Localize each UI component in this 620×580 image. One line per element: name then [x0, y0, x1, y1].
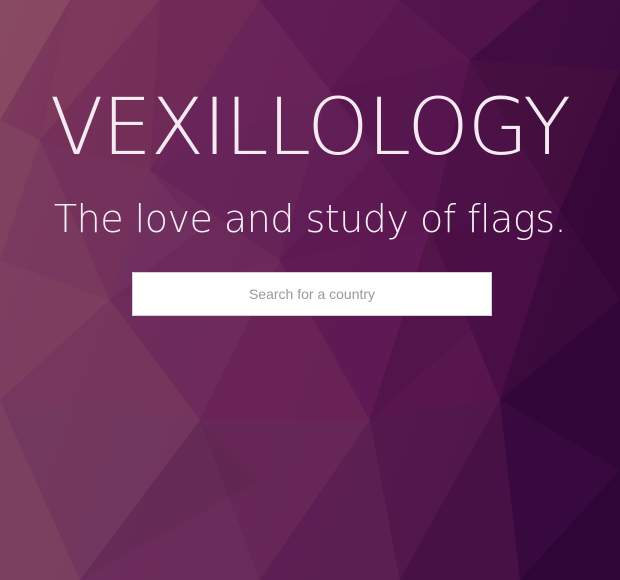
country-search-input[interactable] — [132, 272, 492, 316]
page-title: VEXILLOLOGY — [50, 83, 571, 173]
hero-section: VEXILLOLOGY The love and study of flags. — [0, 0, 620, 580]
page-subtitle: The love and study of flags. — [53, 197, 567, 241]
